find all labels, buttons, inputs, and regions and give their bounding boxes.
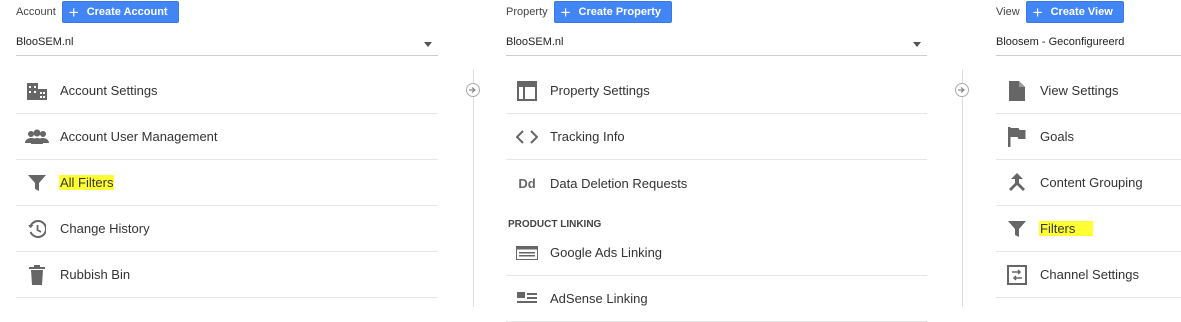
content-grouping-item[interactable]: Content Grouping xyxy=(996,160,1181,206)
all-filters-label: All Filters xyxy=(59,175,115,190)
filters-item[interactable]: Filters xyxy=(996,206,1181,252)
all-filters-item[interactable]: All Filters xyxy=(16,160,438,206)
rubbish-bin-label: Rubbish Bin xyxy=(60,267,131,282)
goals-item[interactable]: Goals xyxy=(996,114,1181,160)
column-divider xyxy=(962,70,963,307)
adsense-linking-item[interactable]: AdSense Linking xyxy=(506,276,927,322)
property-selected: BlooSEM.nl xyxy=(506,36,564,48)
change-history-label: Change History xyxy=(60,221,150,236)
property-header: Property + Create Property xyxy=(506,0,673,24)
channel-settings-label: Channel Settings xyxy=(1040,267,1140,282)
create-view-label: Create View xyxy=(1050,6,1113,18)
create-property-button[interactable]: + Create Property xyxy=(553,1,673,23)
view-selected: Bloosem - Geconfigureerd xyxy=(996,36,1125,48)
property-label: Property xyxy=(506,6,548,18)
account-column: Account + Create Account BlooSEM.nl Acco… xyxy=(16,0,438,307)
ads-icon xyxy=(514,242,540,264)
view-menu: View Settings Goals Content Grouping Fil… xyxy=(996,68,1181,298)
property-settings-item[interactable]: Property Settings xyxy=(506,68,927,114)
people-icon xyxy=(24,126,50,148)
view-column: View + Create View Bloosem - Geconfigure… xyxy=(996,0,1181,307)
layout-icon xyxy=(514,80,540,102)
chevron-down-icon xyxy=(424,42,432,47)
tracking-info-label: Tracking Info xyxy=(550,129,625,144)
adsense-linking-label: AdSense Linking xyxy=(550,291,648,306)
arrow-right-icon xyxy=(955,83,969,97)
account-header: Account + Create Account xyxy=(16,0,179,24)
create-account-button[interactable]: + Create Account xyxy=(61,1,179,23)
merge-icon xyxy=(1004,172,1030,194)
account-user-management-label: Account User Management xyxy=(60,129,218,144)
data-deletion-requests-label: Data Deletion Requests xyxy=(550,175,688,191)
adsense-icon xyxy=(514,288,540,310)
code-icon xyxy=(514,126,540,148)
trash-icon xyxy=(24,264,50,286)
dd-icon: Dd xyxy=(518,175,536,191)
property-column: Property + Create Property BlooSEM.nl Pr… xyxy=(506,0,927,322)
view-settings-label: View Settings xyxy=(1040,83,1119,98)
create-account-label: Create Account xyxy=(86,6,168,18)
history-icon xyxy=(24,218,50,240)
account-user-management-item[interactable]: Account User Management xyxy=(16,114,438,160)
channel-icon xyxy=(1004,264,1030,286)
google-ads-linking-label: Google Ads Linking xyxy=(550,245,663,260)
data-deletion-requests-item[interactable]: Dd Data Deletion Requests xyxy=(506,160,927,206)
account-menu: Account Settings Account User Management… xyxy=(16,68,438,298)
plus-icon: + xyxy=(68,2,79,22)
rubbish-bin-item[interactable]: Rubbish Bin xyxy=(16,252,438,298)
change-history-item[interactable]: Change History xyxy=(16,206,438,252)
product-linking-heading: PRODUCT LINKING xyxy=(508,219,602,230)
channel-settings-item[interactable]: Channel Settings xyxy=(996,252,1181,298)
arrow-right-icon xyxy=(466,83,480,97)
filters-label: Filters xyxy=(1039,221,1094,236)
building-icon xyxy=(24,80,50,102)
google-ads-linking-item[interactable]: Google Ads Linking xyxy=(506,230,927,276)
property-selector[interactable]: BlooSEM.nl xyxy=(506,32,927,56)
plus-icon: + xyxy=(1032,2,1043,22)
flag-icon xyxy=(1004,126,1030,148)
goals-label: Goals xyxy=(1040,129,1074,144)
account-settings-item[interactable]: Account Settings xyxy=(16,68,438,114)
property-menu: Property Settings Tracking Info Dd Data … xyxy=(506,68,927,322)
account-label: Account xyxy=(16,6,56,18)
content-grouping-label: Content Grouping xyxy=(1040,175,1143,190)
view-header: View + Create View xyxy=(996,0,1124,24)
column-divider xyxy=(473,70,474,307)
view-settings-item[interactable]: View Settings xyxy=(996,68,1181,114)
tracking-info-item[interactable]: Tracking Info xyxy=(506,114,927,160)
view-selector[interactable]: Bloosem - Geconfigureerd xyxy=(996,32,1181,56)
account-settings-label: Account Settings xyxy=(60,83,158,98)
account-selector[interactable]: BlooSEM.nl xyxy=(16,32,438,56)
property-settings-label: Property Settings xyxy=(550,83,650,98)
filter-icon xyxy=(1004,218,1030,240)
document-icon xyxy=(1004,80,1030,102)
view-label: View xyxy=(996,6,1020,18)
create-property-label: Create Property xyxy=(578,6,662,18)
chevron-down-icon xyxy=(913,42,921,47)
plus-icon: + xyxy=(560,2,571,22)
create-view-button[interactable]: + Create View xyxy=(1025,1,1124,23)
filter-icon xyxy=(24,172,50,194)
account-selected: BlooSEM.nl xyxy=(16,36,74,48)
